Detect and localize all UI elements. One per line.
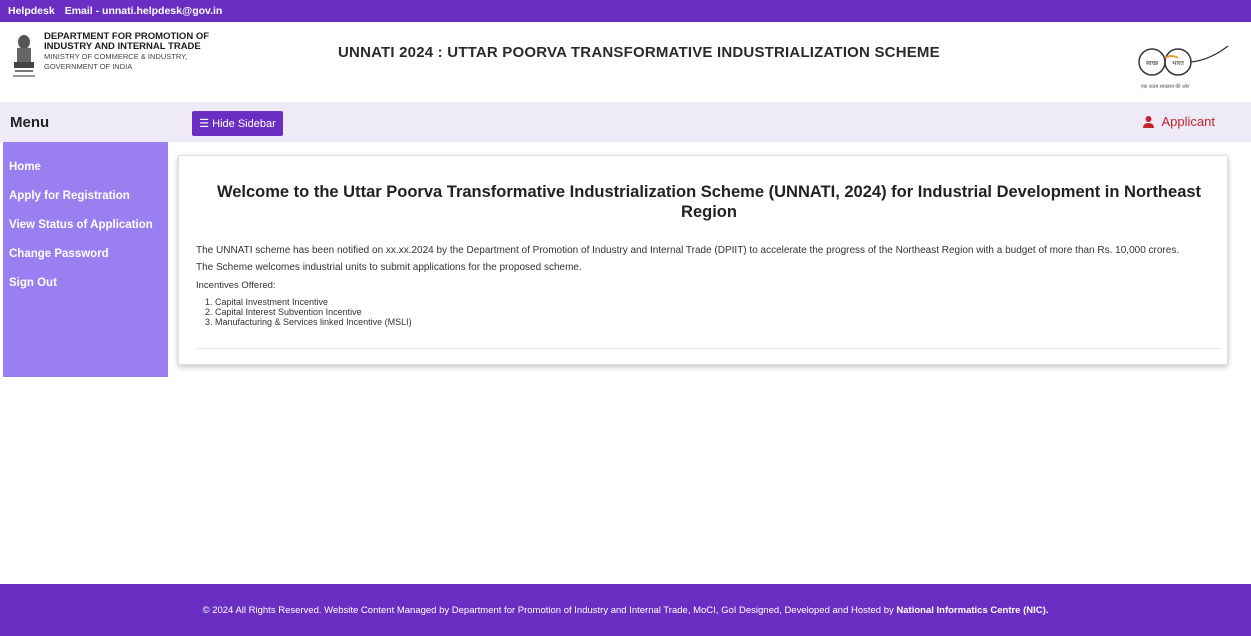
- welcome-card: Welcome to the Uttar Poorva Transformati…: [178, 155, 1228, 365]
- sidebar-item-apply-registration[interactable]: Apply for Registration: [3, 189, 168, 218]
- user-icon: [1142, 115, 1154, 128]
- sidebar-item-home[interactable]: Home: [3, 160, 168, 189]
- incentive-list: 1. Capital Investment Incentive 2. Capit…: [205, 297, 412, 327]
- divider: [196, 348, 1221, 349]
- svg-text:एक कदम स्वच्छता की ओर: एक कदम स्वच्छता की ओर: [1141, 83, 1190, 90]
- sidebar-item-sign-out[interactable]: Sign Out: [3, 276, 168, 305]
- footer-text: © 2024 All Rights Reserved. Website Cont…: [202, 604, 894, 616]
- welcome-heading: Welcome to the Uttar Poorva Transformati…: [216, 183, 1202, 221]
- helpdesk-email[interactable]: Email - unnati.helpdesk@gov.in: [65, 5, 223, 17]
- list-item: 1. Capital Investment Incentive: [205, 297, 329, 307]
- svg-text:स्वच्छ: स्वच्छ: [1146, 61, 1159, 67]
- menu-label: Menu: [10, 114, 50, 131]
- national-emblem-icon: [13, 35, 35, 77]
- sidebar: Home Apply for Registration View Status …: [3, 142, 168, 377]
- helpdesk-bar: Helpdesk Email - unnati.helpdesk@gov.in: [0, 0, 1251, 22]
- incentives-label: Incentives Offered:: [196, 280, 276, 291]
- list-item: 3. Manufacturing & Services linked Incen…: [205, 317, 412, 327]
- svg-text:भारत: भारत: [1172, 61, 1184, 67]
- dept-name: DEPARTMENT FOR PROMOTION OF INDUSTRY AND…: [44, 31, 210, 72]
- helpdesk-label: Helpdesk: [8, 5, 55, 17]
- dept-logo[interactable]: DEPARTMENT FOR PROMOTION OF INDUSTRY AND…: [10, 32, 209, 82]
- intro-text: The UNNATI scheme has been notified on x…: [196, 242, 1226, 276]
- menu-bar: Menu ☰ Hide Sidebar Applicant: [0, 102, 1251, 142]
- hide-sidebar-button[interactable]: ☰ Hide Sidebar: [192, 111, 283, 136]
- list-item: 2. Capital Interest Subvention Incentive: [205, 307, 362, 317]
- nic-link[interactable]: National Informatics Centre (NIC).: [896, 605, 1048, 616]
- intro-line-2: The Scheme welcomes industrial units to …: [196, 262, 582, 273]
- applicant-menu[interactable]: Applicant: [1142, 114, 1215, 129]
- applicant-label: Applicant: [1161, 114, 1215, 129]
- site-header: DEPARTMENT FOR PROMOTION OF INDUSTRY AND…: [0, 22, 1251, 102]
- page-title: UNNATI 2024 : UTTAR POORVA TRANSFORMATIV…: [338, 44, 940, 61]
- swachh-bharat-logo: स्वच्छ भारत एक कदम स्वच्छता की ओर: [1138, 45, 1229, 90]
- footer: © 2024 All Rights Reserved. Website Cont…: [0, 584, 1251, 636]
- list-icon: ☰: [199, 118, 210, 130]
- sidebar-item-view-status[interactable]: View Status of Application: [3, 218, 168, 247]
- sidebar-item-change-password[interactable]: Change Password: [3, 247, 168, 276]
- intro-line-1: The UNNATI scheme has been notified on x…: [196, 245, 1180, 256]
- hide-sidebar-label: Hide Sidebar: [212, 117, 276, 130]
